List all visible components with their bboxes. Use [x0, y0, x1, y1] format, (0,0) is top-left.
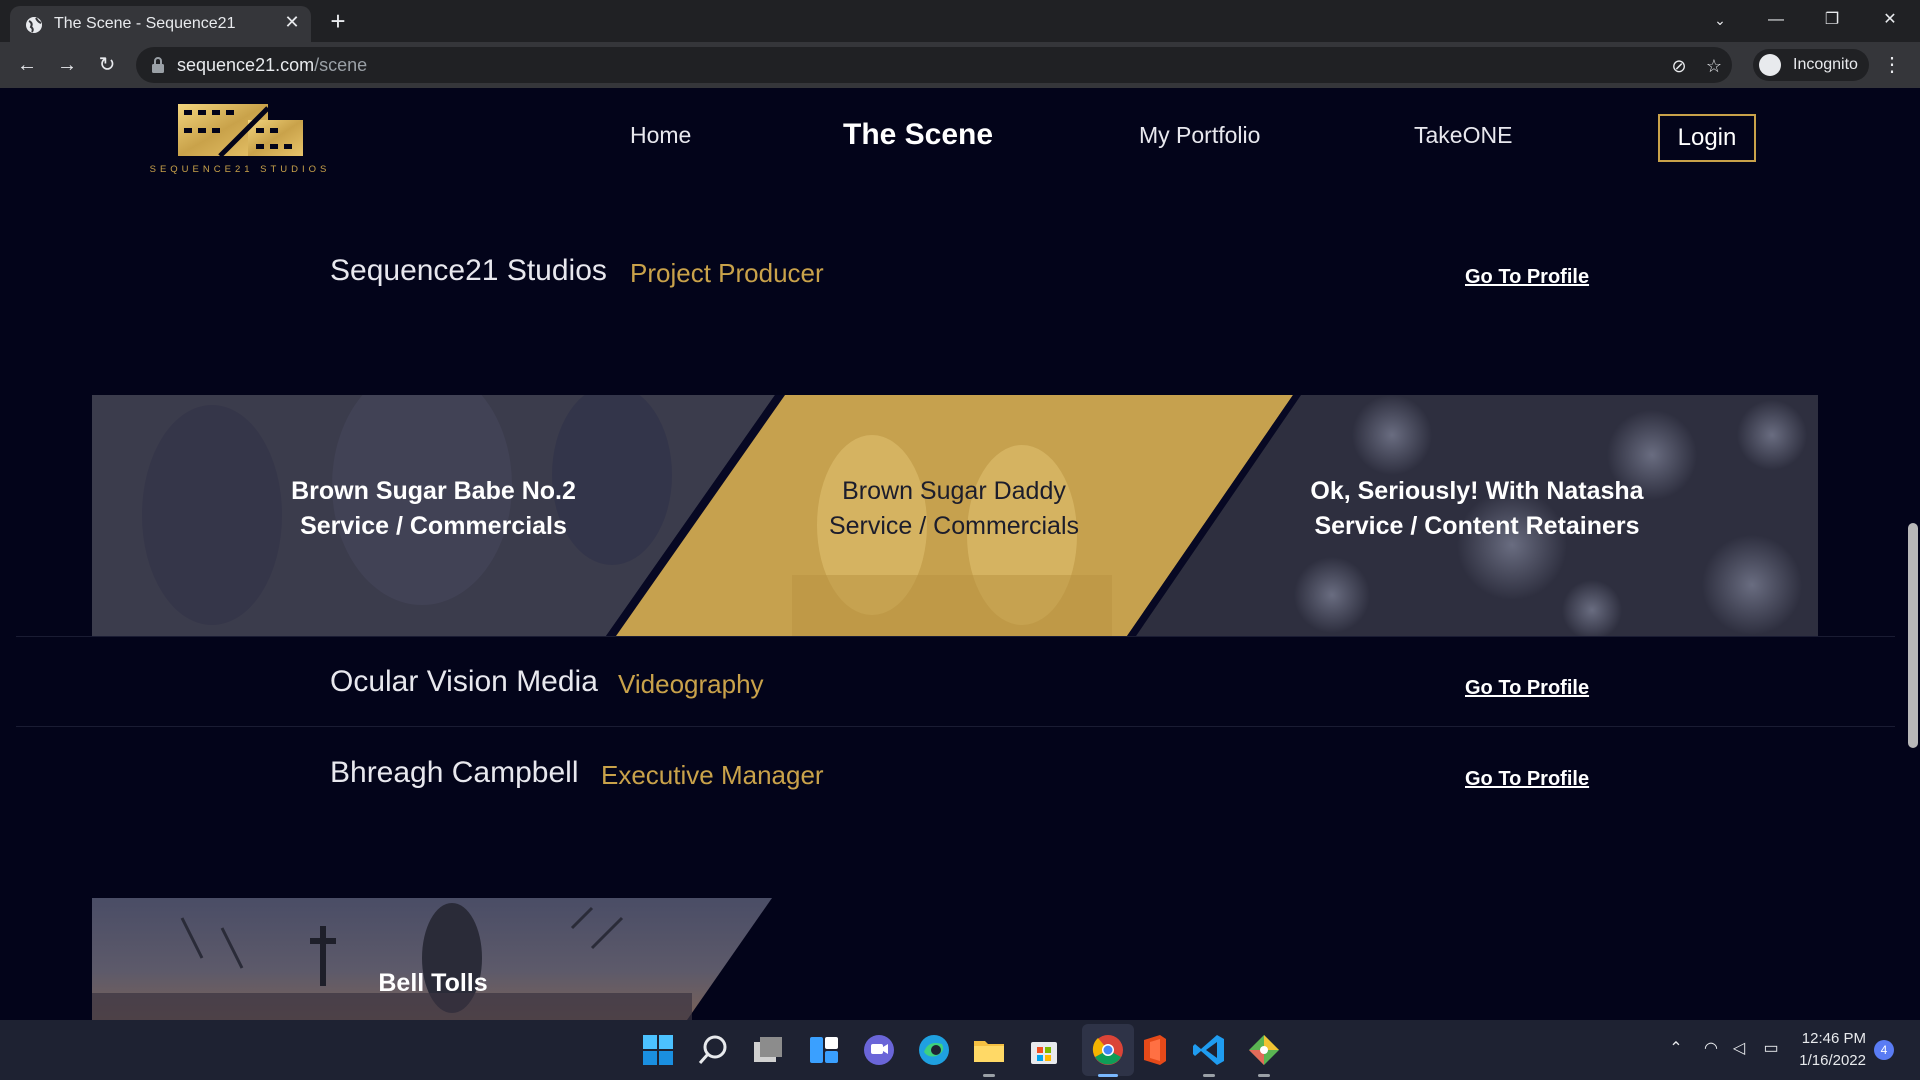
back-icon[interactable]: ←	[13, 51, 41, 79]
logo-text: SEQUENCE21 STUDIOS	[150, 164, 331, 174]
nav-the-scene[interactable]: The Scene	[843, 118, 993, 152]
incognito-icon	[1759, 54, 1781, 76]
running-indicator	[983, 1074, 995, 1077]
project-card[interactable]: Ok, Seriously! With Natasha Service / Co…	[1136, 395, 1818, 636]
task-view-icon[interactable]	[750, 1032, 786, 1068]
tab-close-icon[interactable]: ✕	[280, 10, 304, 34]
nav-takeone[interactable]: TakeONE	[1414, 122, 1512, 149]
microsoft-store-icon[interactable]	[1026, 1032, 1062, 1068]
address-bar[interactable]: sequence21.com/scene ⊘ ☆	[136, 47, 1732, 83]
tab-search-icon[interactable]: ⌄	[1692, 0, 1748, 40]
go-to-profile-link[interactable]: Go To Profile	[1465, 677, 1589, 700]
browser-tab[interactable]: The Scene - Sequence21 ✕	[10, 6, 311, 42]
url-text: sequence21.com/scene	[177, 55, 367, 76]
volume-icon[interactable]: ◁	[1728, 1038, 1750, 1060]
notification-badge[interactable]: 4	[1874, 1040, 1894, 1060]
member-row: Ocular Vision Media Videography Go To Pr…	[0, 665, 1895, 725]
nav-home[interactable]: Home	[630, 122, 691, 149]
clock-date[interactable]: 1/16/2022	[1790, 1052, 1866, 1069]
url-domain: sequence21.com	[177, 55, 315, 75]
member-role: Videography	[618, 669, 764, 699]
row-divider	[16, 636, 1895, 637]
globe-icon	[26, 17, 42, 33]
windows-taskbar: ⌃ ◠ ◁ ▭ 12:46 PM 1/16/2022 4	[0, 1020, 1920, 1080]
member-name: Sequence21 Studios	[330, 254, 607, 287]
vscode-icon[interactable]	[1191, 1032, 1227, 1068]
lock-icon	[152, 57, 164, 73]
project-banner: Brown Sugar Babe No.2 Service / Commerci…	[92, 395, 1818, 636]
go-to-profile-link[interactable]: Go To Profile	[1465, 768, 1589, 791]
battery-icon[interactable]: ▭	[1760, 1038, 1782, 1060]
row-divider	[16, 726, 1895, 727]
search-icon[interactable]	[695, 1032, 731, 1068]
project-subtitle: Service / Content Retainers	[1314, 512, 1640, 540]
member-name: Ocular Vision Media	[330, 665, 598, 698]
start-icon[interactable]	[640, 1032, 676, 1068]
chrome-icon[interactable]	[1090, 1032, 1126, 1068]
nav-my-portfolio[interactable]: My Portfolio	[1139, 122, 1260, 149]
minimize-button[interactable]: —	[1748, 0, 1804, 40]
login-button[interactable]: Login	[1658, 114, 1756, 162]
forward-icon[interactable]: →	[53, 51, 81, 79]
member-row: Sequence21 Studios Project Producer Go T…	[0, 254, 1895, 314]
chevron-up-icon[interactable]: ⌃	[1665, 1038, 1687, 1060]
eye-slash-icon[interactable]: ⊘	[1667, 54, 1691, 78]
web-page: SEQUENCE21 STUDIOS Home The Scene My Por…	[0, 88, 1920, 1020]
member-row: Bhreagh Campbell Executive Manager Go To…	[0, 756, 1895, 816]
profile-label: Incognito	[1793, 56, 1858, 73]
member-role: Project Producer	[630, 258, 824, 288]
member-role: Executive Manager	[601, 760, 824, 790]
url-path: /scene	[314, 55, 368, 75]
git-client-icon[interactable]	[1246, 1032, 1282, 1068]
running-indicator	[1258, 1074, 1270, 1077]
project-image	[92, 898, 772, 1020]
running-indicator	[1203, 1074, 1215, 1077]
browser-toolbar: ← → ↻ sequence21.com/scene ⊘ ☆ Incognito…	[0, 42, 1920, 88]
member-name: Bhreagh Campbell	[330, 756, 579, 789]
go-to-profile-link[interactable]: Go To Profile	[1465, 266, 1589, 289]
bookmark-star-icon[interactable]: ☆	[1702, 54, 1726, 78]
widgets-icon[interactable]	[806, 1032, 842, 1068]
page-scrollbar[interactable]	[1908, 523, 1918, 748]
reload-icon[interactable]: ↻	[93, 51, 121, 79]
wifi-icon[interactable]: ◠	[1700, 1038, 1722, 1060]
office-icon[interactable]	[1136, 1032, 1172, 1068]
teams-chat-icon[interactable]	[861, 1032, 897, 1068]
edge-browser-icon[interactable]	[916, 1032, 952, 1068]
active-indicator	[1098, 1074, 1118, 1077]
close-window-button[interactable]: ✕	[1862, 0, 1918, 40]
incognito-profile-button[interactable]: Incognito	[1753, 49, 1869, 81]
tab-title: The Scene - Sequence21	[54, 15, 236, 32]
restore-button[interactable]: ❐	[1804, 0, 1860, 40]
project-title: Bell Tolls	[378, 969, 488, 997]
clock-time[interactable]: 12:46 PM	[1800, 1030, 1866, 1047]
site-logo[interactable]: SEQUENCE21 STUDIOS	[140, 102, 340, 174]
tab-strip: The Scene - Sequence21 ✕ + ⌄ — ❐ ✕	[0, 0, 1920, 42]
project-card[interactable]: Bell Tolls	[92, 898, 772, 1020]
more-menu-icon[interactable]: ⋮	[1880, 51, 1904, 79]
project-title: Ok, Seriously! With Natasha	[1310, 477, 1644, 505]
new-tab-button[interactable]: +	[323, 6, 353, 36]
file-explorer-icon[interactable]	[971, 1032, 1007, 1068]
